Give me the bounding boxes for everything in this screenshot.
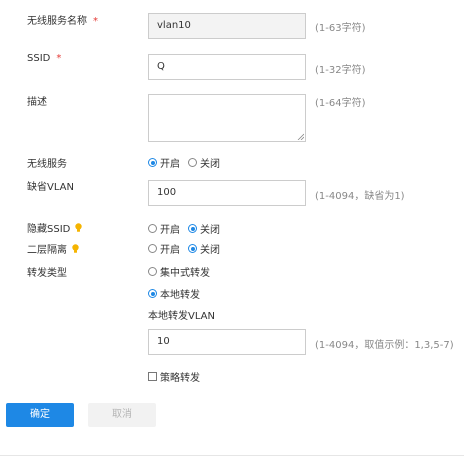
ssid-name-input[interactable]: vlan10 xyxy=(148,13,306,39)
description-label: 描述 xyxy=(27,97,47,108)
wireless-service-on-radio[interactable]: 开启 xyxy=(148,155,180,170)
radio-dot-icon xyxy=(148,289,157,298)
hide-ssid-radio-group: 开启 关闭 xyxy=(148,221,228,236)
lightbulb-icon[interactable] xyxy=(72,244,79,254)
ssid-hint: (1-32字符) xyxy=(315,65,366,76)
ssid-label: SSID * xyxy=(27,53,62,64)
policy-forward-checkbox[interactable]: 策略转发 xyxy=(148,369,200,384)
hide-ssid-on-radio[interactable]: 开启 xyxy=(148,221,180,236)
description-hint: (1-64字符) xyxy=(315,98,366,109)
wireless-service-label: 无线服务 xyxy=(27,159,67,170)
ssid-name-label: 无线服务名称 * xyxy=(27,16,98,27)
radio-dot-icon xyxy=(148,267,157,276)
forward-type-label: 转发类型 xyxy=(27,268,67,279)
hide-ssid-off-radio[interactable]: 关闭 xyxy=(188,221,220,236)
local-vlan-hint: (1-4094，取值示例：1,3,5-7) xyxy=(315,340,454,351)
centralized-forward-radio[interactable]: 集中式转发 xyxy=(148,264,210,279)
cancel-button[interactable]: 取消 xyxy=(88,403,156,427)
forward-type-local: 本地转发 xyxy=(148,286,208,301)
forward-type-centralized: 集中式转发 xyxy=(148,264,218,279)
wireless-service-radio-group: 开启 关闭 xyxy=(148,155,228,170)
l2-isolation-label: 二层隔离 xyxy=(27,241,79,256)
l2-isolation-radio-group: 开启 关闭 xyxy=(148,241,228,256)
default-vlan-hint: (1-4094，缺省为1) xyxy=(315,191,405,202)
ssid-name-hint: (1-63字符) xyxy=(315,23,366,34)
confirm-button[interactable]: 确定 xyxy=(6,403,74,427)
ssid-input[interactable]: Q xyxy=(148,54,306,80)
radio-dot-icon xyxy=(188,244,197,253)
l2-isolation-on-radio[interactable]: 开启 xyxy=(148,241,180,256)
checkbox-box-icon xyxy=(148,372,157,381)
lightbulb-icon[interactable] xyxy=(75,223,83,233)
required-mark: * xyxy=(93,16,98,27)
hide-ssid-label: 隐藏SSID xyxy=(27,220,83,235)
local-forward-radio[interactable]: 本地转发 xyxy=(148,286,200,301)
local-vlan-input[interactable]: 10 xyxy=(148,329,306,355)
l2-isolation-off-radio[interactable]: 关闭 xyxy=(188,241,220,256)
default-vlan-label: 缺省VLAN xyxy=(27,182,74,193)
local-vlan-label: 本地转发VLAN xyxy=(148,311,215,322)
radio-dot-icon xyxy=(148,244,157,253)
required-mark: * xyxy=(56,53,62,64)
radio-dot-icon xyxy=(188,224,197,233)
default-vlan-input[interactable]: 100 xyxy=(148,180,306,206)
radio-dot-icon xyxy=(148,224,157,233)
resize-handle-icon[interactable] xyxy=(297,133,304,140)
description-textarea[interactable] xyxy=(148,94,306,142)
radio-dot-icon xyxy=(148,158,157,167)
radio-dot-icon xyxy=(188,158,197,167)
wireless-service-off-radio[interactable]: 关闭 xyxy=(188,155,220,170)
bottom-divider xyxy=(0,455,464,456)
